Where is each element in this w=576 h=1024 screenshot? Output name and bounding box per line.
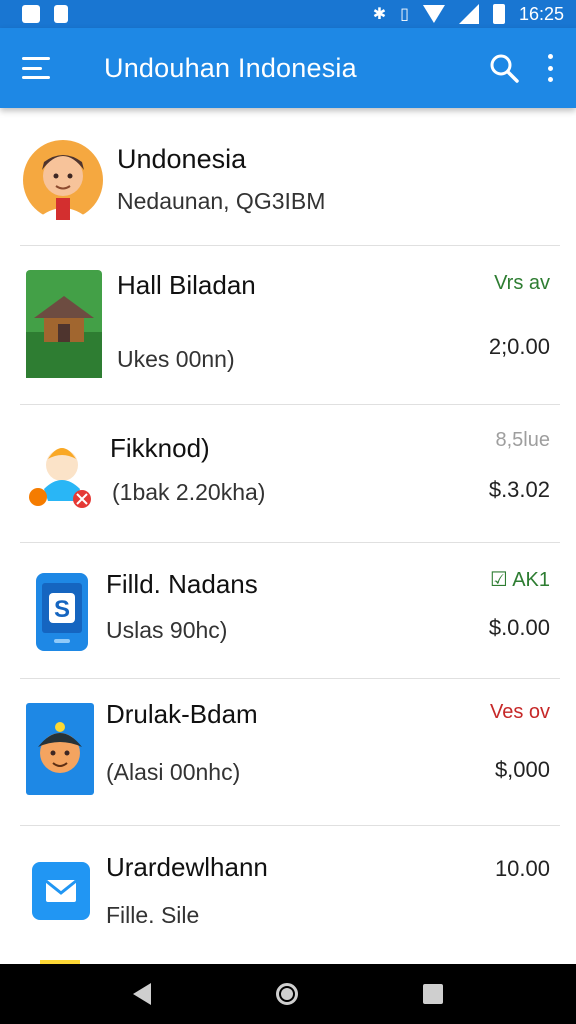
list-item[interactable]: Drulak-Bdam (Alasi 00nhc) Ves ov $,000 bbox=[0, 679, 576, 825]
item-title: Filld. Nadans bbox=[106, 569, 258, 599]
list-item[interactable]: S Filld. Nadans Uslas 90hc) ☑ AK1 $.0.00 bbox=[0, 543, 576, 678]
app-bar: Undouhan Indonesia bbox=[0, 28, 576, 108]
list-item[interactable]: Fikknod) (1bak 2.20kha) 8,5lue $.3.02 bbox=[0, 405, 576, 542]
notification-icon bbox=[22, 5, 40, 23]
sd-card-icon bbox=[54, 5, 68, 23]
character-thumbnail bbox=[29, 448, 91, 508]
profile-name: Undonesia bbox=[117, 144, 247, 174]
item-tag: Vrs av bbox=[494, 272, 550, 294]
profile-row[interactable]: Undonesia Nedaunan, QG3IBM bbox=[0, 112, 576, 246]
item-subtitle: Fille. Sile bbox=[106, 902, 200, 928]
item-title: Hall Biladan bbox=[117, 270, 256, 300]
boy-thumbnail bbox=[26, 703, 94, 795]
item-title: Drulak-Bdam bbox=[106, 699, 258, 729]
item-title: Fikknod) bbox=[110, 433, 210, 463]
list-item[interactable]: Hall Biladan Ukes 00nn) Vrs av 2;0.00 bbox=[0, 246, 576, 404]
item-subtitle: (Alasi 00nhc) bbox=[106, 759, 241, 785]
phone-app-thumbnail: S bbox=[36, 573, 88, 651]
search-icon[interactable] bbox=[488, 52, 520, 84]
item-subtitle: (1bak 2.20kha) bbox=[112, 479, 266, 505]
back-icon[interactable] bbox=[132, 983, 151, 1005]
recent-apps-icon[interactable] bbox=[423, 984, 444, 1004]
item-title: Urardewlhann bbox=[106, 852, 268, 882]
profile-detail: Nedaunan, QG3IBM bbox=[117, 188, 326, 214]
more-vert-icon[interactable] bbox=[546, 54, 554, 82]
status-time: 16:25 bbox=[518, 3, 564, 24]
item-subtitle: Uslas 90hc) bbox=[106, 617, 228, 643]
app-title: Undouhan Indonesia bbox=[104, 52, 357, 83]
home-icon[interactable] bbox=[275, 983, 298, 1005]
item-tag: 8,5lue bbox=[495, 429, 551, 451]
vibrate-icon: ▯ bbox=[400, 6, 409, 23]
item-subtitle: Ukes 00nn) bbox=[117, 346, 235, 372]
menu-icon[interactable] bbox=[22, 57, 50, 79]
avatar bbox=[23, 140, 103, 220]
svg-text:S: S bbox=[54, 596, 70, 623]
list-item[interactable]: Urardewlhann Fille. Sile 10.00 bbox=[0, 826, 576, 964]
item-price: $,000 bbox=[494, 757, 550, 782]
item-price: 10.00 bbox=[494, 856, 550, 881]
item-price: 2;0.00 bbox=[488, 334, 550, 359]
bluetooth-icon: ✱ bbox=[372, 6, 387, 23]
item-price: $.0.00 bbox=[488, 615, 550, 640]
wifi-icon bbox=[422, 5, 445, 23]
status-bar: ✱ ▯ 16:25 bbox=[0, 0, 576, 28]
item-tag: Ves ov bbox=[489, 701, 550, 723]
mail-thumbnail bbox=[32, 862, 90, 920]
house-thumbnail bbox=[26, 270, 102, 378]
signal-icon bbox=[458, 4, 479, 24]
battery-icon bbox=[492, 4, 505, 24]
system-nav-bar bbox=[0, 964, 576, 1024]
item-tag: ☑ AK1 bbox=[489, 569, 550, 591]
item-price: $.3.02 bbox=[488, 477, 550, 502]
